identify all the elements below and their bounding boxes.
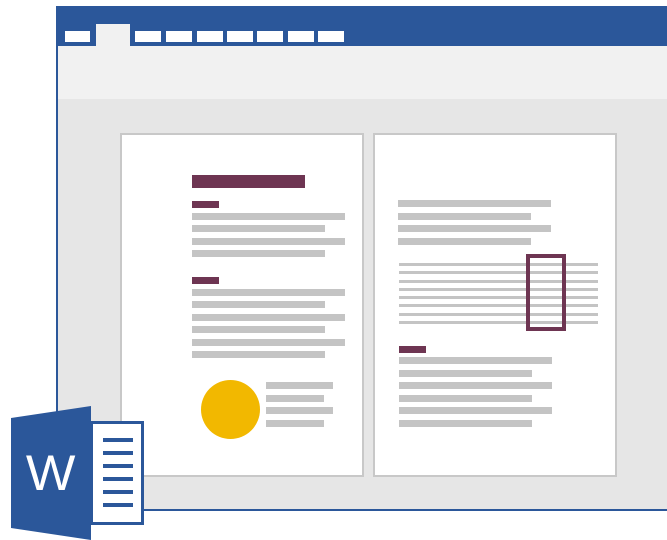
ribbon-tab-4[interactable] [197,31,223,42]
table-row-line [399,280,598,283]
ribbon-tab-5[interactable] [227,31,253,42]
text-line [399,420,532,427]
text-line [192,213,345,220]
word-logo-icon: W [11,406,91,540]
text-line [192,250,325,257]
document-page-right[interactable] [373,133,617,477]
table-row-line [399,304,598,307]
ribbon-panel [58,46,667,99]
caption-line [266,407,333,414]
text-line [192,351,325,358]
ribbon-tab-7[interactable] [288,31,314,42]
logo-letter: W [26,445,76,501]
logo-line [103,477,133,481]
text-line [192,289,345,296]
ribbon-tab-home-active[interactable] [96,24,130,46]
table-row-line [399,288,598,291]
subheading-block [192,201,219,208]
ribbon-tab-3[interactable] [166,31,192,42]
caption-line [266,420,324,427]
text-line [192,326,325,333]
caption-line [266,382,333,389]
text-line [399,382,552,389]
text-line [399,395,532,402]
text-line [399,357,552,364]
title-bar [56,6,667,46]
word-logo-document-icon [90,421,144,525]
document-page-left[interactable] [120,133,364,477]
subheading-block [399,346,426,353]
text-line [399,370,532,377]
table-row-line [399,271,598,274]
text-line [192,314,345,321]
ribbon-tab-8[interactable] [318,31,344,42]
table-row-line [399,321,598,324]
logo-line [103,490,133,494]
table-row-line [399,263,598,266]
table-row-line [399,296,598,299]
ribbon-tab-2[interactable] [135,31,161,42]
table-row-line [399,313,598,316]
logo-line [103,503,133,507]
logo-line [103,464,133,468]
ribbon-tab-file[interactable] [65,31,90,42]
text-line [398,225,551,232]
text-line [398,200,551,207]
logo-line [103,438,133,442]
image-circle[interactable] [201,380,260,439]
text-line [192,238,345,245]
selection-highlight-box[interactable] [526,254,566,331]
text-line [192,339,345,346]
text-line [192,301,325,308]
text-line [398,238,531,245]
subheading-block [192,277,219,284]
text-line [398,213,531,220]
title-bar-block [192,175,305,188]
logo-line [103,451,133,455]
ribbon-tab-6[interactable] [257,31,283,42]
text-line [192,225,325,232]
caption-line [266,395,324,402]
text-line [399,407,552,414]
